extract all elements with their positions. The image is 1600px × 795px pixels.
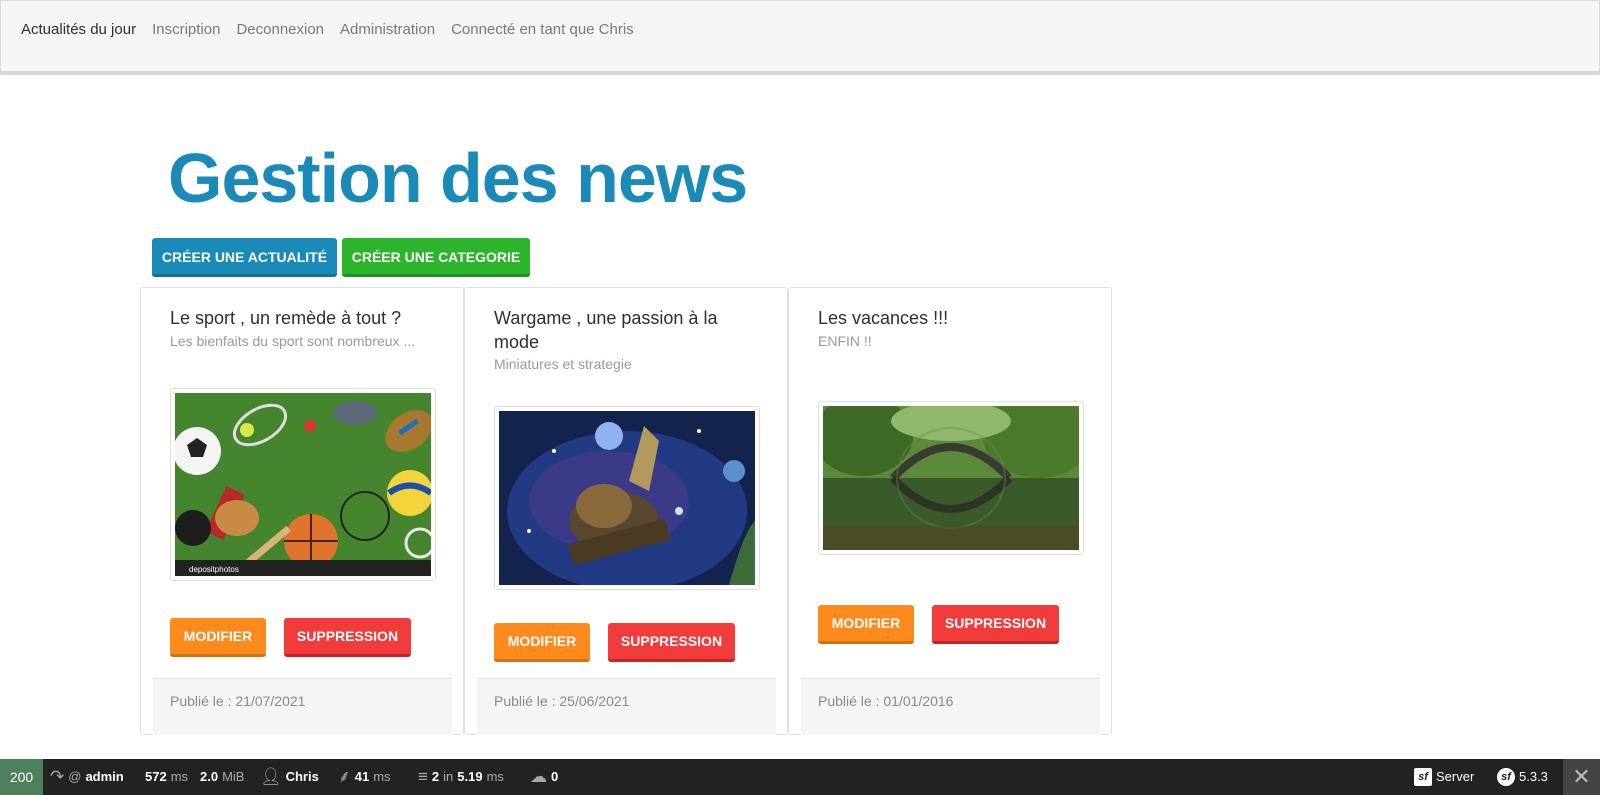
route-name: admin <box>85 769 124 784</box>
version-item[interactable]: sf 5.3.3 <box>1497 759 1548 795</box>
news-card: Le sport , un remède à tout ? Les bienfa… <box>140 287 464 735</box>
space-fantasy-image <box>494 406 760 590</box>
memory-item[interactable]: 2.0 MiB <box>200 759 244 795</box>
create-news-button[interactable]: Créer une actualité <box>152 238 337 277</box>
news-card-title: Wargame , une passion à la mode <box>494 308 718 352</box>
memory-value: 2.0 <box>200 769 219 784</box>
status-code-badge[interactable]: 200 <box>0 759 43 795</box>
published-date: Publié le : 21/07/2021 <box>170 693 306 709</box>
page-title: Gestion des news <box>168 139 748 217</box>
news-card-subtitle: Miniatures et strategie <box>494 356 632 372</box>
uploads-item[interactable]: ☁ 0 <box>530 759 558 795</box>
cloud-upload-icon: ☁ <box>530 767 547 786</box>
modify-button[interactable]: Modifier <box>818 605 914 644</box>
svg-text:depositphotos: depositphotos <box>189 565 239 574</box>
server-item[interactable]: sf Server <box>1414 759 1474 795</box>
delete-button[interactable]: Suppression <box>608 623 735 662</box>
db-in: in <box>443 769 454 784</box>
news-card: Les vacances !!! ENFIN !! Modifier Suppr… <box>788 287 1112 735</box>
db-time: 5.19 <box>457 769 483 784</box>
nav-link-administration[interactable]: Administration <box>340 21 435 38</box>
delete-button[interactable]: Suppression <box>932 605 1059 644</box>
news-card-title: Les vacances !!! <box>818 308 949 328</box>
top-navbar: Actualités du jour Inscription Deconnexi… <box>0 0 1600 75</box>
news-card-footer: Publié le : 01/01/2016 <box>801 678 1100 735</box>
memory-unit: MiB <box>222 769 245 784</box>
uploads-count: 0 <box>551 769 559 784</box>
nav-link-inscription[interactable]: Inscription <box>152 21 220 38</box>
user-name: Chris <box>285 769 319 784</box>
news-card-subtitle: ENFIN !! <box>818 333 872 349</box>
debug-toolbar: 200 ↷ @ admin 572 ms 2.0 MiB 👤︎ Chris ⸙ … <box>0 759 1600 795</box>
db-queries: 2 <box>431 769 440 784</box>
news-card-footer: Publié le : 25/06/2021 <box>477 678 776 735</box>
news-card-footer: Publié le : 21/07/2021 <box>153 678 452 735</box>
nav-list: Actualités du jour Inscription Deconnexi… <box>1 1 1599 57</box>
twig-value: 41 <box>354 769 370 784</box>
close-icon[interactable]: ✕ <box>1563 759 1600 795</box>
redirect-arrow-icon: ↷ <box>50 767 65 786</box>
user-icon: 👤︎ <box>260 767 282 786</box>
modify-button[interactable]: Modifier <box>494 623 590 662</box>
nav-link-connected-user[interactable]: Connecté en tant que Chris <box>451 21 634 38</box>
symfony-server-icon: sf <box>1414 768 1432 786</box>
sports-equipment-image: depositphotos <box>170 388 436 581</box>
create-category-button[interactable]: Créer une categorie <box>342 238 530 277</box>
route-item[interactable]: ↷ @ admin <box>50 759 124 795</box>
news-card-title: Le sport , un remède à tout ? <box>170 308 402 328</box>
nav-link-deconnexion[interactable]: Deconnexion <box>236 21 324 38</box>
forest-bridge-image <box>818 401 1084 555</box>
symfony-version: 5.3.3 <box>1519 769 1548 784</box>
user-item[interactable]: 👤︎ Chris <box>260 759 319 795</box>
news-card-subtitle: Les bienfaits du sport sont nombreux ... <box>170 333 416 349</box>
nav-link-actualites[interactable]: Actualités du jour <box>21 21 136 38</box>
time-item[interactable]: 572 ms <box>145 759 188 795</box>
db-unit: ms <box>486 769 504 784</box>
twig-item[interactable]: ⸙ 41 ms <box>338 759 391 795</box>
delete-button[interactable]: Suppression <box>284 618 411 657</box>
news-card: Wargame , une passion à la mode Miniatur… <box>464 287 788 735</box>
twig-icon: ⸙ <box>338 767 351 786</box>
twig-unit: ms <box>373 769 391 784</box>
route-at-sign: @ <box>68 769 82 784</box>
database-item[interactable]: ≡ 2 in 5.19 ms <box>418 759 504 795</box>
time-unit: ms <box>170 769 189 784</box>
time-value: 572 <box>145 769 167 784</box>
published-date: Publié le : 25/06/2021 <box>494 693 630 709</box>
database-icon: ≡ <box>418 767 428 786</box>
symfony-logo-icon: sf <box>1497 768 1515 786</box>
server-label: Server <box>1436 769 1475 784</box>
modify-button[interactable]: Modifier <box>170 618 266 657</box>
published-date: Publié le : 01/01/2016 <box>818 693 954 709</box>
